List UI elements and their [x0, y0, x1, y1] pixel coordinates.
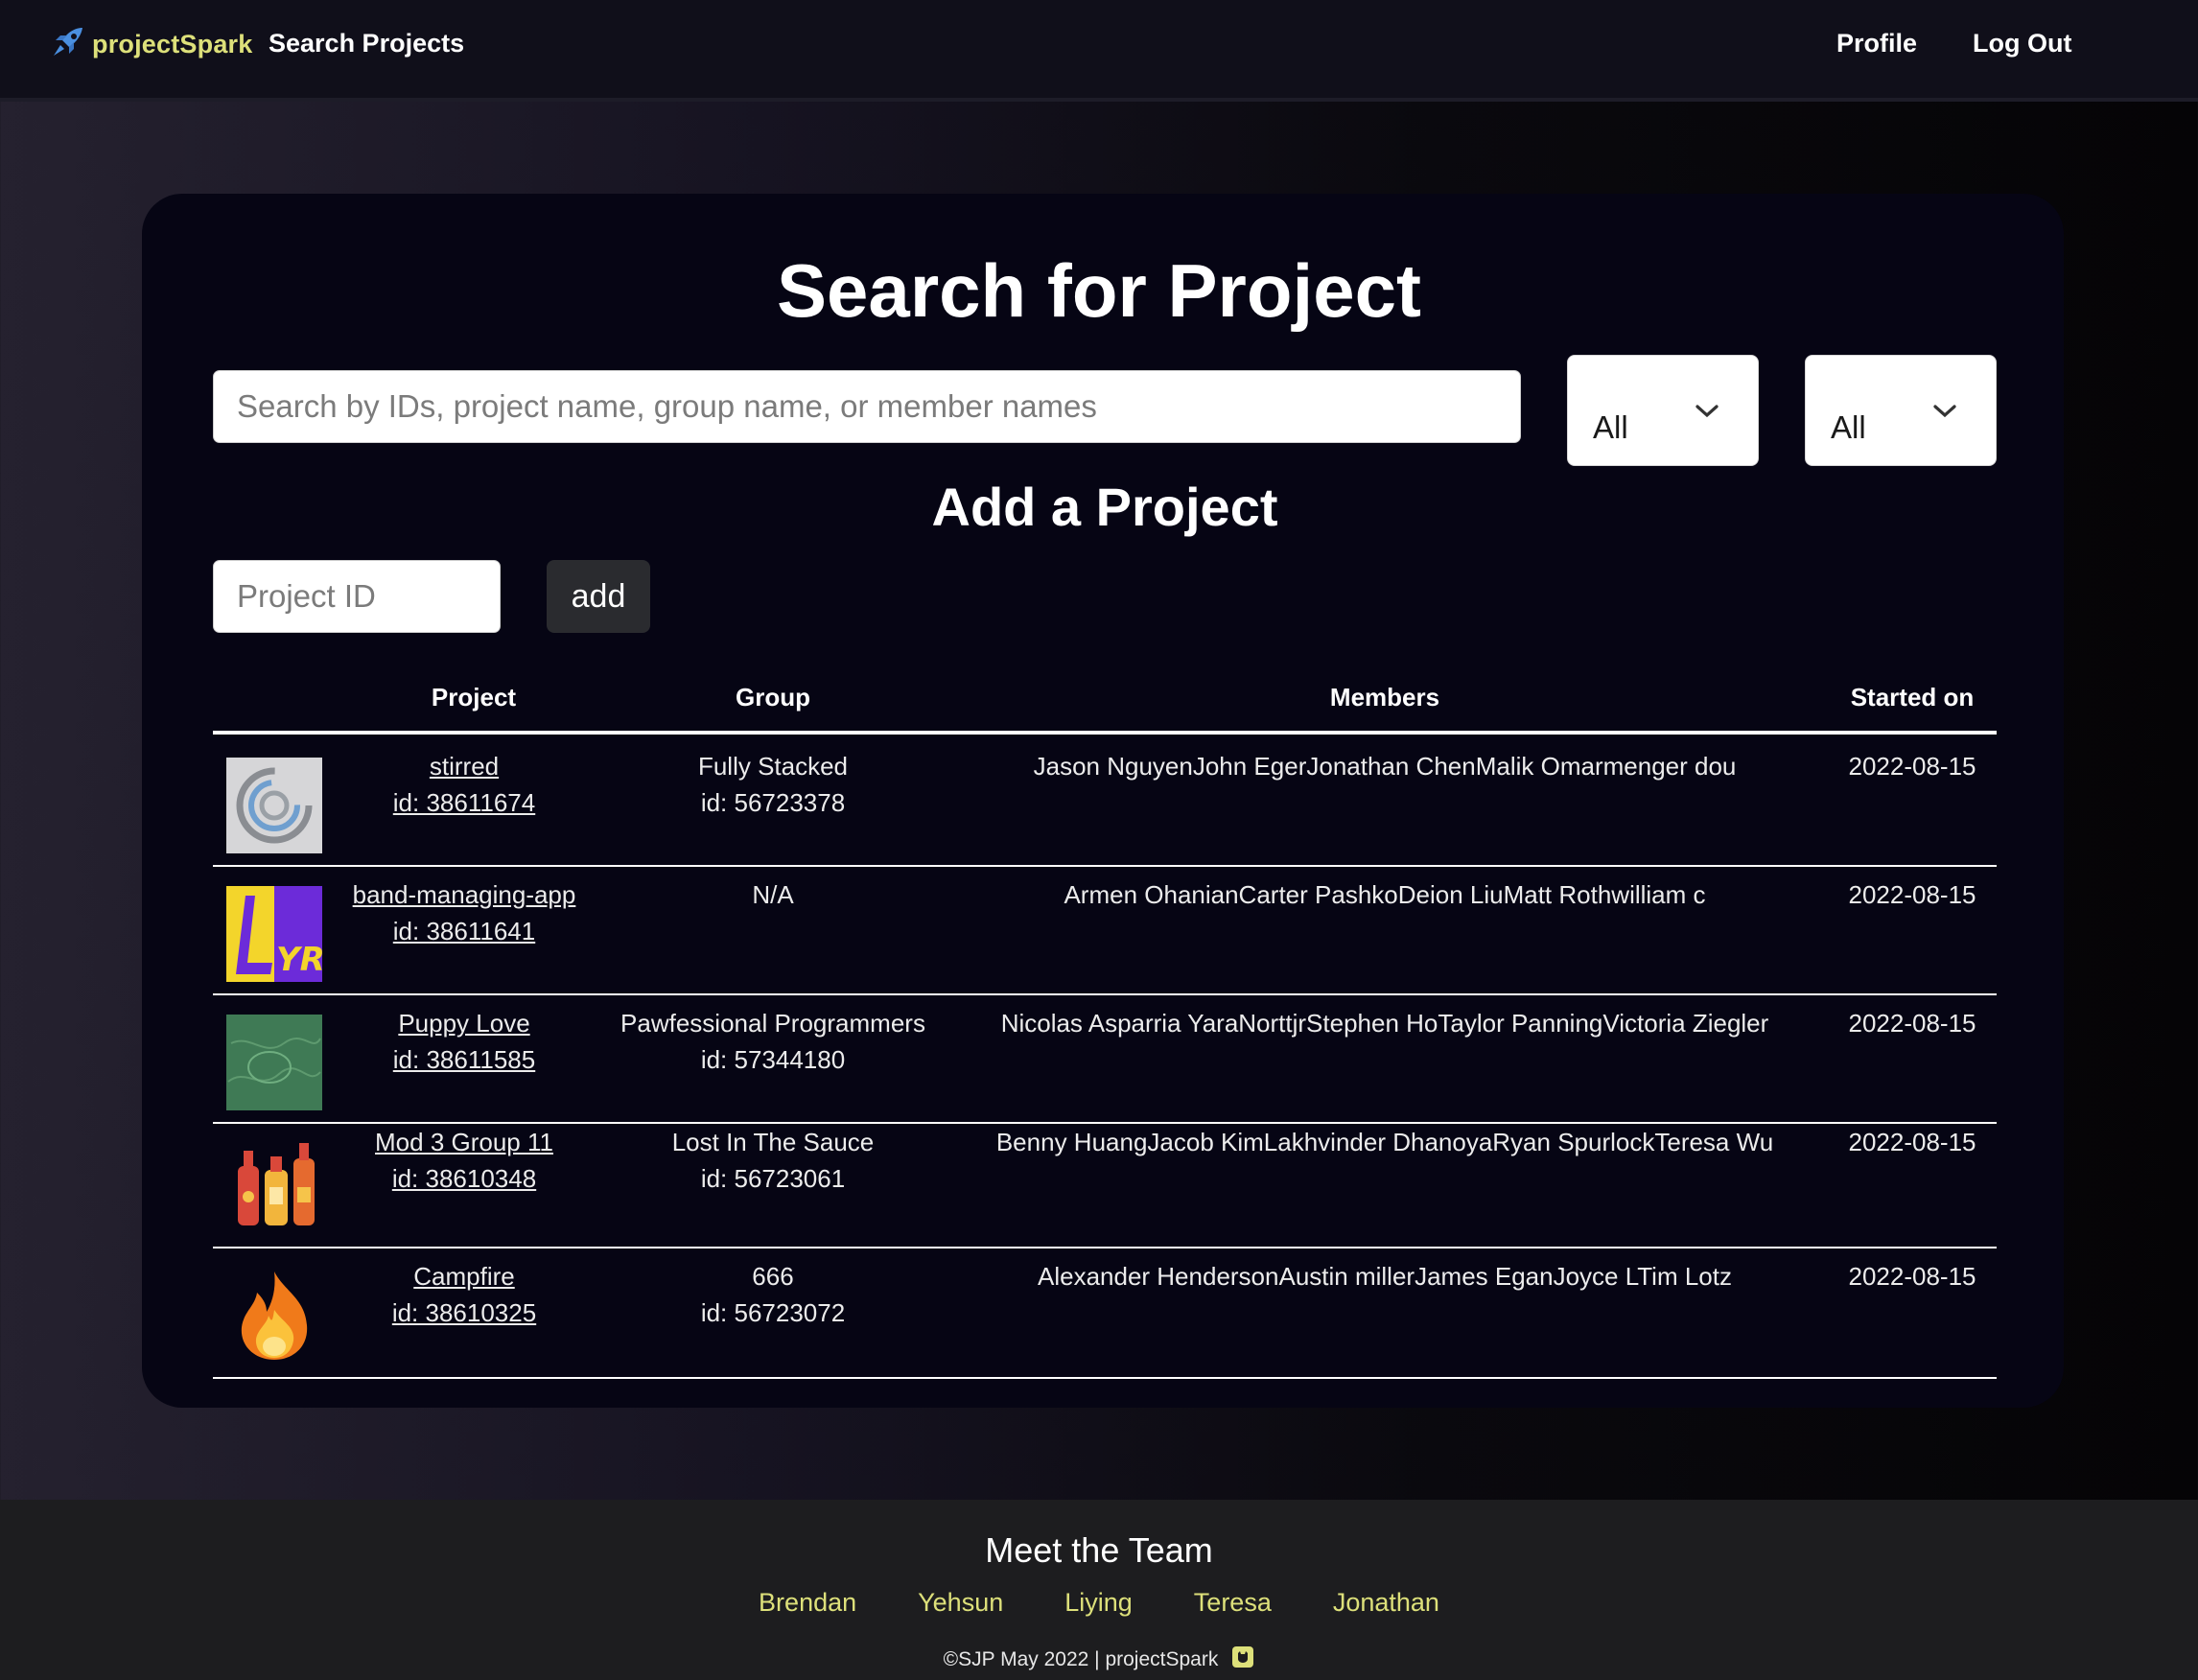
- filter-select-2-value: All: [1831, 409, 1866, 445]
- group-cell: Fully Stacked id: 56723378: [610, 748, 936, 821]
- add-project-button[interactable]: add: [547, 560, 650, 633]
- team-link-liying[interactable]: Liying: [1064, 1588, 1133, 1618]
- nav-profile[interactable]: Profile: [1836, 29, 1917, 58]
- column-header-members: Members: [1329, 683, 1440, 712]
- column-header-group: Group: [736, 683, 810, 712]
- team-link-yehsun[interactable]: Yehsun: [918, 1588, 1003, 1618]
- team-links: Brendan Yehsun Liying Teresa Jonathan: [0, 1588, 2198, 1618]
- navbar: projectSpark Search Projects Profile Log…: [0, 0, 2198, 102]
- project-cell: stirred id: 38611674: [338, 748, 591, 821]
- started-date: 2022-08-15: [1848, 752, 1976, 781]
- group-id: id: 56723072: [700, 1298, 846, 1327]
- started-date: 2022-08-15: [1848, 1009, 1976, 1038]
- members-cell: Alexander HendersonAustin millerJames Eg…: [1037, 1262, 1732, 1291]
- stirred-logo-icon: [226, 758, 322, 853]
- project-name-link[interactable]: stirred: [338, 748, 591, 784]
- members-cell: Armen OhanianCarter PashkoDeion LiuMatt …: [1064, 880, 1706, 909]
- table-row: Campfire id: 38610325 666 id: 56723072 A…: [213, 1248, 1997, 1379]
- table-row: stirred id: 38611674 Fully Stacked id: 5…: [213, 738, 1997, 867]
- members-cell: Benny HuangJacob KimLakhvinder DhanoyaRy…: [995, 1128, 1774, 1156]
- group-id: id: 57344180: [700, 1045, 846, 1074]
- members-cell: Nicolas Asparria YaraNorttjrStephen HoTa…: [1000, 1009, 1769, 1038]
- github-icon[interactable]: [1231, 1645, 1254, 1674]
- project-cell: Campfire id: 38610325: [338, 1258, 591, 1331]
- copyright: ©SJP May 2022 | projectSpark: [0, 1645, 2198, 1674]
- group-cell: Pawfessional Programmers id: 57344180: [610, 1005, 936, 1078]
- nav-search-projects[interactable]: Search Projects: [269, 29, 464, 58]
- brand-link[interactable]: projectSpark: [50, 27, 252, 61]
- project-name-link[interactable]: Campfire: [338, 1258, 591, 1295]
- filter-select-1-value: All: [1593, 409, 1628, 445]
- rocket-icon: [50, 25, 86, 64]
- footer: Meet the Team Brendan Yehsun Liying Tere…: [0, 1500, 2198, 1680]
- add-project-title: Add a Project: [931, 477, 1278, 537]
- group-id: id: 56723378: [700, 788, 846, 817]
- project-id-link[interactable]: id: 38611585: [338, 1041, 591, 1078]
- table-row: Mod 3 Group 11 id: 38610348 Lost In The …: [213, 1120, 1997, 1248]
- project-name-link[interactable]: band-managing-app: [338, 876, 591, 913]
- started-date: 2022-08-15: [1848, 1262, 1976, 1291]
- group-name: Fully Stacked: [697, 752, 849, 781]
- group-name: 666: [752, 1262, 794, 1291]
- column-header-project: Project: [431, 683, 517, 712]
- team-link-jonathan[interactable]: Jonathan: [1333, 1588, 1439, 1618]
- brand-name: projectSpark: [92, 29, 253, 58]
- filter-select-2[interactable]: All: [1805, 355, 1997, 466]
- project-id-link[interactable]: id: 38610348: [338, 1160, 591, 1197]
- table-row: Puppy Love id: 38611585 Pawfessional Pro…: [213, 995, 1997, 1124]
- fire-icon: [226, 1268, 322, 1364]
- project-id-link[interactable]: id: 38611674: [338, 784, 591, 821]
- group-name: N/A: [752, 880, 794, 909]
- group-cell: 666 id: 56723072: [610, 1258, 936, 1331]
- lyra-logo-icon: YRA: [226, 886, 322, 982]
- puppy-map-icon: [226, 1015, 322, 1110]
- project-name-link[interactable]: Puppy Love: [338, 1005, 591, 1041]
- project-id-link[interactable]: id: 38611641: [338, 913, 591, 949]
- copyright-text: ©SJP May 2022 | projectSpark: [943, 1648, 1219, 1670]
- column-header-started: Started on: [1850, 683, 1975, 712]
- nav-logout[interactable]: Log Out: [1973, 29, 2071, 58]
- table-header-divider: [213, 731, 1997, 735]
- team-link-teresa[interactable]: Teresa: [1194, 1588, 1272, 1618]
- group-cell: N/A: [610, 876, 936, 913]
- started-date: 2022-08-15: [1848, 880, 1976, 909]
- svg-text:YRA: YRA: [276, 941, 322, 979]
- project-cell: Mod 3 Group 11 id: 38610348: [338, 1124, 591, 1197]
- group-id: id: 56723061: [700, 1164, 846, 1193]
- project-cell: band-managing-app id: 38611641: [338, 876, 591, 949]
- project-name-link[interactable]: Mod 3 Group 11: [338, 1124, 591, 1160]
- footer-title: Meet the Team: [985, 1530, 1213, 1570]
- group-cell: Lost In The Sauce id: 56723061: [610, 1124, 936, 1197]
- table-row: YRA band-managing-app id: 38611641 N/A A…: [213, 867, 1997, 995]
- project-id-link[interactable]: id: 38610325: [338, 1295, 591, 1331]
- row-divider: [213, 1377, 1997, 1379]
- members-cell: Jason NguyenJohn EgerJonathan ChenMalik …: [1033, 752, 1737, 781]
- group-name: Pawfessional Programmers: [620, 1009, 925, 1038]
- project-cell: Puppy Love id: 38611585: [338, 1005, 591, 1078]
- team-link-brendan[interactable]: Brendan: [759, 1588, 856, 1618]
- sauce-bottles-icon: [226, 1137, 322, 1233]
- search-input[interactable]: [213, 370, 1521, 443]
- filter-select-1[interactable]: All: [1567, 355, 1759, 466]
- project-id-input[interactable]: [213, 560, 501, 633]
- started-date: 2022-08-15: [1848, 1128, 1976, 1156]
- page-title: Search for Project: [777, 248, 1421, 333]
- group-name: Lost In The Sauce: [671, 1128, 875, 1156]
